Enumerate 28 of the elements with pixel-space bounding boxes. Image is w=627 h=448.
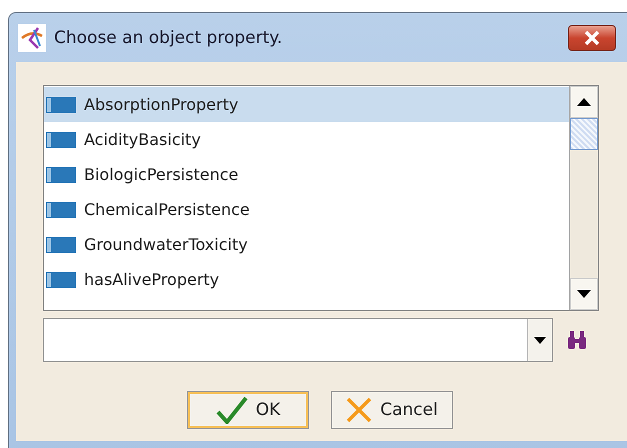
property-icon	[46, 236, 76, 252]
property-icon	[46, 202, 76, 218]
check-icon	[216, 396, 248, 424]
down-arrow-icon	[577, 290, 591, 298]
cancel-button[interactable]: Cancel	[331, 391, 453, 429]
close-button[interactable]	[568, 24, 616, 50]
list-item[interactable]: AcidityBasicity	[44, 122, 569, 157]
scroll-thumb[interactable]	[570, 118, 598, 150]
list-item[interactable]: AbsorptionProperty	[44, 87, 569, 122]
ok-button[interactable]: OK	[187, 391, 309, 429]
cross-icon	[346, 397, 372, 423]
app-icon	[18, 24, 46, 52]
up-arrow-icon	[577, 98, 591, 106]
property-icon	[46, 166, 76, 182]
binoculars-icon[interactable]	[567, 330, 587, 350]
property-icon	[46, 132, 76, 148]
close-icon	[583, 30, 601, 46]
property-icon	[46, 96, 76, 112]
scroll-down-button[interactable]	[570, 278, 598, 310]
list-item[interactable]: GroundwaterToxicity	[44, 227, 569, 262]
list-item[interactable]: BiologicPersistence	[44, 157, 569, 192]
window-title: Choose an object property.	[54, 28, 282, 48]
list-item[interactable]: ChemicalPersistence	[44, 192, 569, 227]
dropdown-arrow-icon	[534, 336, 546, 344]
property-icon	[46, 272, 76, 288]
scroll-up-button[interactable]	[570, 86, 598, 118]
search-combo[interactable]	[43, 318, 553, 362]
list-item[interactable]: hasAliveProperty	[44, 262, 569, 297]
